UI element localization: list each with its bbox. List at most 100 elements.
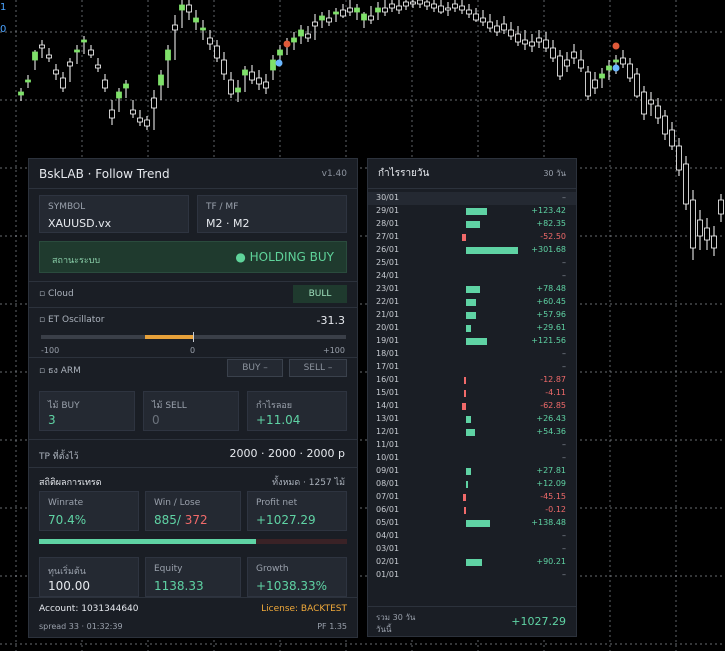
- candle-body: [81, 39, 87, 43]
- oscillator-gauge: [41, 332, 346, 342]
- candle-body: [585, 71, 591, 97]
- buy-signal-marker: [275, 59, 283, 67]
- daily-date: 24/01: [376, 271, 400, 280]
- daily-row: 15/01 -4.11: [368, 387, 576, 400]
- daily-date: 23/01: [376, 284, 400, 293]
- candle-body: [235, 87, 241, 93]
- daily-row: 17/01 –: [368, 361, 576, 374]
- candle-body: [634, 73, 640, 97]
- sell-signal-marker: [283, 40, 291, 48]
- candle-body: [102, 79, 108, 89]
- daily-profit-bar: [464, 390, 466, 397]
- candle-body: [452, 3, 458, 9]
- candle-body: [606, 65, 612, 71]
- sell-count-box: ไม้ SELL 0: [143, 391, 239, 431]
- capital-value: 100.00: [48, 579, 90, 593]
- system-status-bar: สถานะระบบ ● HOLDING BUY: [39, 241, 347, 273]
- daily-row: 11/01 –: [368, 439, 576, 452]
- daily-value: +60.45: [536, 297, 566, 306]
- candle-body: [571, 51, 577, 59]
- symbol-value: XAUUSD.vx: [48, 217, 112, 230]
- daily-profit-bar: [461, 403, 466, 410]
- candle-body: [340, 9, 346, 17]
- daily-row: 07/01 -45.15: [368, 491, 576, 504]
- profit-factor: PF 1.35: [317, 622, 347, 631]
- daily-profit-bar: [466, 559, 482, 566]
- timeframe-label: TF / MF: [206, 202, 239, 212]
- daily-row: 06/01 -0.12: [368, 504, 576, 517]
- candle-body: [32, 51, 38, 61]
- oscillator-mid-label: 0: [190, 346, 196, 355]
- oscillator-min-label: -100: [41, 346, 60, 355]
- candle-body: [669, 129, 675, 147]
- candle-body: [214, 45, 220, 59]
- daily-date: 25/01: [376, 258, 400, 267]
- daily-date: 08/01: [376, 479, 400, 488]
- win-lose-box: Win / Lose 885/ 372: [145, 491, 241, 531]
- candle-body: [186, 4, 192, 13]
- status-label: สถานะระบบ: [52, 256, 101, 266]
- lose-count: 372: [184, 513, 208, 527]
- tp-label: TP ที่ตั้งไว้: [39, 452, 79, 462]
- today-label: วันนี้: [376, 625, 392, 634]
- daily-panel-footer: รวม 30 วัน วันนี้ +1027.29: [368, 606, 576, 636]
- daily-value: +301.68: [531, 245, 566, 254]
- daily-row: 09/01 +27.81: [368, 465, 576, 478]
- stats-title: สถิติผลการเทรด: [39, 478, 102, 488]
- follow-trend-panel: BskLAB · Follow Trend v1.40 SYMBOL XAUUS…: [28, 158, 358, 638]
- candle-body: [67, 61, 73, 67]
- candle-body: [389, 3, 395, 9]
- candle-body: [74, 49, 80, 53]
- panel-version: v1.40: [321, 168, 347, 179]
- arm-sell-button[interactable]: SELL –: [289, 359, 347, 377]
- status-value: ● HOLDING BUY: [235, 250, 334, 264]
- daily-value: –: [562, 570, 566, 579]
- daily-value: -0.12: [545, 505, 566, 514]
- candle-body: [438, 5, 444, 13]
- buy-signal-marker: [612, 64, 620, 72]
- daily-value: +26.43: [536, 414, 566, 423]
- daily-row: 08/01 +12.09: [368, 478, 576, 491]
- daily-row: 12/01 +54.36: [368, 426, 576, 439]
- candle-body: [53, 69, 59, 75]
- daily-panel-subtitle: 30 วัน: [543, 169, 566, 178]
- daily-date: 10/01: [376, 453, 400, 462]
- candle-body: [326, 17, 332, 23]
- candle-body: [319, 15, 325, 21]
- buy-count-box: ไม้ BUY 3: [39, 391, 135, 431]
- oscillator-max-label: +100: [323, 346, 345, 355]
- candle-body: [207, 37, 213, 45]
- daily-date: 16/01: [376, 375, 400, 384]
- panel-footer: Account: 1031344640 License: BACKTEST sp…: [29, 597, 357, 637]
- candle-body: [277, 49, 283, 56]
- floating-profit-value: +11.04: [256, 413, 301, 427]
- winrate-value: 70.4%: [48, 513, 87, 527]
- candle-body: [494, 25, 500, 33]
- daily-profit-bar: [466, 325, 472, 332]
- candle-body: [18, 91, 24, 96]
- panel-header: BskLAB · Follow Trend v1.40: [29, 159, 357, 189]
- candle-body: [263, 81, 269, 89]
- candle-body: [417, 0, 423, 5]
- candle-body: [662, 115, 668, 135]
- candle-body: [578, 59, 584, 69]
- tp-value: 2000 · 2000 · 2000 p: [229, 447, 345, 460]
- daily-value: +12.09: [536, 479, 566, 488]
- daily-row: 10/01 –: [368, 452, 576, 465]
- divider: [29, 467, 357, 468]
- candle-body: [620, 57, 626, 65]
- candle-body: [648, 99, 654, 105]
- spread-time: spread 33 · 01:32:39: [39, 622, 123, 631]
- daily-profit-bar: [466, 481, 469, 488]
- daily-profit-bar: [466, 221, 481, 228]
- candle-body: [445, 7, 451, 11]
- sell-signal-marker: [612, 42, 620, 50]
- candle-body: [116, 91, 122, 99]
- win-lose-label: Win / Lose: [154, 498, 201, 508]
- daily-profit-bar: [466, 416, 471, 423]
- divider: [29, 281, 357, 282]
- arm-buy-button[interactable]: BUY –: [227, 359, 283, 377]
- candle-body: [550, 47, 556, 59]
- daily-row: 21/01 +57.96: [368, 309, 576, 322]
- daily-date: 26/01: [376, 245, 400, 254]
